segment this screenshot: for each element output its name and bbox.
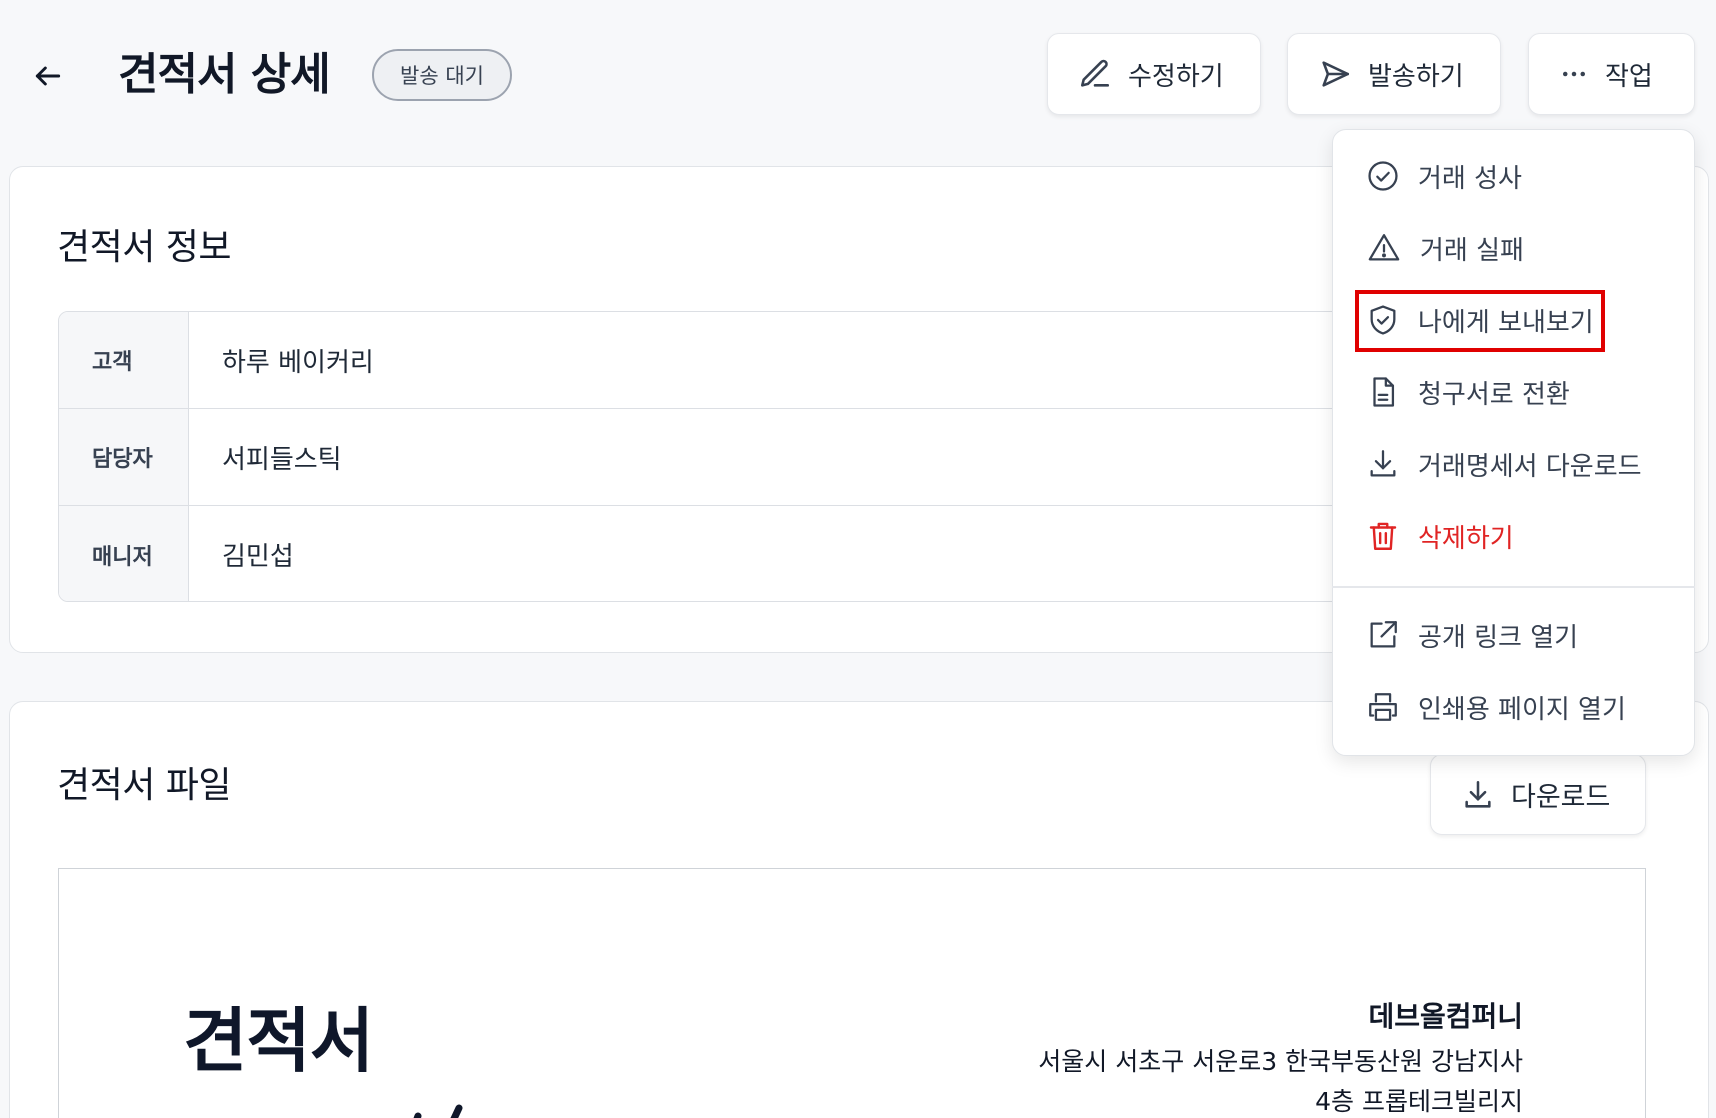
menu-item-label: 청구서로 전환 xyxy=(1418,379,1570,410)
menu-item-delete[interactable]: 삭제하기 xyxy=(1350,508,1680,564)
status-badge: 발송 대기 xyxy=(372,49,512,101)
send-icon xyxy=(1322,61,1350,87)
menu-divider xyxy=(1332,586,1695,588)
send-button-label: 발송하기 xyxy=(1368,61,1464,92)
menu-item-download-statement[interactable]: 거래명세서 다운로드 xyxy=(1350,436,1680,492)
document-signature-mark xyxy=(413,1104,463,1118)
check-circle-icon xyxy=(1368,161,1398,191)
arrow-left-icon xyxy=(35,66,61,86)
trash-icon xyxy=(1369,522,1397,550)
highlight-annotation xyxy=(1355,290,1605,352)
menu-item-label: 거래 성사 xyxy=(1418,163,1522,194)
edit-button-label: 수정하기 xyxy=(1128,61,1224,92)
file-card-title: 견적서 파일 xyxy=(57,765,232,806)
info-value: 서피들스틱 xyxy=(222,444,342,475)
back-button[interactable] xyxy=(28,52,68,100)
edit-button[interactable]: 수정하기 xyxy=(1047,33,1261,115)
document-company: 데브올컴퍼니 xyxy=(1368,1000,1523,1033)
actions-button[interactable]: 작업 xyxy=(1528,33,1695,115)
menu-item-label: 거래명세서 다운로드 xyxy=(1418,451,1642,482)
info-label: 담당자 xyxy=(59,409,189,505)
page-title: 견적서 상세 xyxy=(118,49,331,100)
document-address-line1: 서울시 서초구 서운로3 한국부동산원 강남지사 xyxy=(1038,1047,1523,1076)
download-button[interactable]: 다운로드 xyxy=(1430,754,1646,835)
warning-triangle-icon xyxy=(1368,234,1400,261)
document-title: 견적서 xyxy=(183,1000,374,1082)
info-value: 김민섭 xyxy=(222,542,294,572)
menu-item-label: 공개 링크 열기 xyxy=(1418,622,1579,653)
document-address-line2: 4층 프롭테크빌리지 xyxy=(1315,1087,1523,1116)
download-button-label: 다운로드 xyxy=(1511,782,1611,813)
send-button[interactable]: 발송하기 xyxy=(1287,33,1501,115)
more-horizontal-icon xyxy=(1563,71,1585,77)
menu-item-deal-won[interactable]: 거래 성사 xyxy=(1350,148,1680,204)
menu-item-label: 삭제하기 xyxy=(1418,523,1514,554)
menu-item-open-public-link[interactable]: 공개 링크 열기 xyxy=(1350,607,1680,663)
pencil-icon xyxy=(1080,59,1110,87)
download-icon xyxy=(1465,780,1491,808)
info-label: 매니저 xyxy=(59,506,189,601)
menu-item-label: 인쇄용 페이지 열기 xyxy=(1418,694,1626,725)
info-value: 하루 베이커리 xyxy=(222,347,374,378)
menu-item-deal-lost[interactable]: 거래 실패 xyxy=(1350,220,1680,276)
printer-icon xyxy=(1369,693,1397,721)
document-icon xyxy=(1373,377,1395,407)
actions-button-label: 작업 xyxy=(1605,61,1653,92)
info-label: 고객 xyxy=(59,312,189,408)
menu-item-label: 거래 실패 xyxy=(1420,235,1524,266)
download-icon xyxy=(1370,450,1396,477)
external-link-icon xyxy=(1370,621,1397,648)
menu-item-convert-to-invoice[interactable]: 청구서로 전환 xyxy=(1350,364,1680,420)
info-card-title: 견적서 정보 xyxy=(57,227,232,268)
menu-item-open-print-page[interactable]: 인쇄용 페이지 열기 xyxy=(1350,679,1680,735)
